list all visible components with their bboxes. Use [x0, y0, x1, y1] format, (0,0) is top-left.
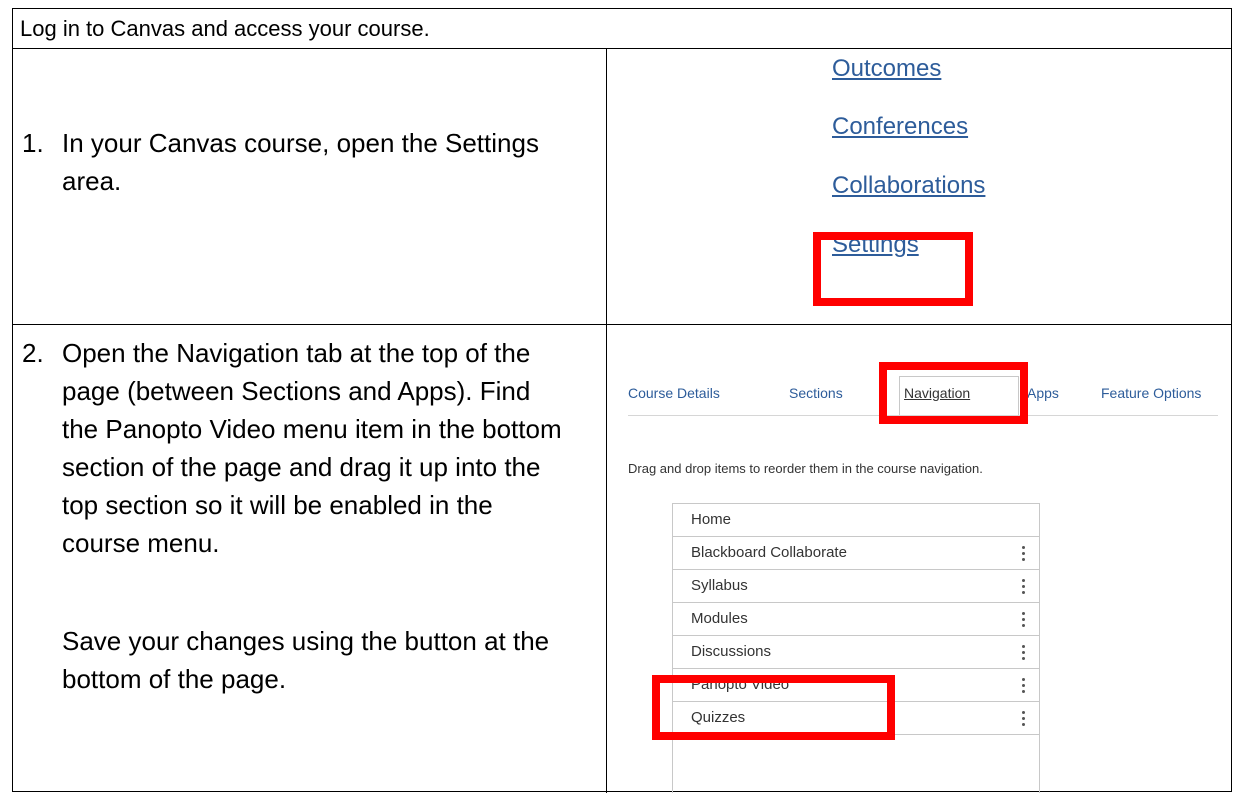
tab-feature-options[interactable]: Feature Options: [1101, 385, 1201, 401]
kebab-menu-icon[interactable]: [1021, 603, 1025, 635]
nav-item-modules[interactable]: Modules: [673, 603, 1039, 636]
kebab-menu-icon[interactable]: [1021, 636, 1025, 668]
settings-highlight-box: [813, 232, 973, 306]
nav-item-label: Discussions: [691, 643, 772, 660]
step-2-text: Open the Navigation tab at the top of th…: [62, 338, 562, 558]
drag-instruction: Drag and drop items to reorder them in t…: [628, 461, 983, 476]
link-outcomes[interactable]: Outcomes: [832, 55, 941, 83]
nav-item-label: Modules: [691, 610, 748, 627]
link-collaborations[interactable]: Collaborations: [832, 172, 985, 200]
nav-item-label: Syllabus: [691, 577, 748, 594]
link-conferences[interactable]: Conferences: [832, 113, 968, 141]
step-1-text: In your Canvas course, open the Settings…: [62, 128, 539, 196]
nav-item-label: Home: [691, 511, 732, 528]
nav-item-syllabus[interactable]: Syllabus: [673, 570, 1039, 603]
tab-sections[interactable]: Sections: [789, 385, 843, 401]
kebab-menu-icon[interactable]: [1021, 702, 1025, 734]
course-navigation-list: Home Blackboard Collaborate Syllabus Mod…: [672, 503, 1040, 793]
kebab-menu-icon[interactable]: [1021, 669, 1025, 701]
kebab-menu-icon[interactable]: [1021, 570, 1025, 602]
kebab-menu-icon[interactable]: [1021, 537, 1025, 569]
panopto-highlight-box: [652, 675, 895, 740]
step-1-number: 1.: [22, 128, 44, 158]
navigation-highlight-box: [879, 362, 1028, 424]
tab-course-details[interactable]: Course Details: [628, 385, 720, 401]
column-divider: [606, 49, 607, 793]
nav-item-blackboard-collaborate[interactable]: Blackboard Collaborate: [673, 537, 1039, 570]
step-2-note: Save your changes using the button at th…: [62, 626, 550, 694]
step-2-number: 2.: [22, 338, 44, 368]
nav-item-discussions[interactable]: Discussions: [673, 636, 1039, 669]
tab-apps[interactable]: Apps: [1027, 385, 1059, 401]
row-divider: [13, 324, 1231, 325]
header-row: Log in to Canvas and access your course.: [13, 9, 1231, 49]
nav-item-label: Blackboard Collaborate: [691, 544, 847, 561]
nav-item-home[interactable]: Home: [673, 504, 1039, 537]
